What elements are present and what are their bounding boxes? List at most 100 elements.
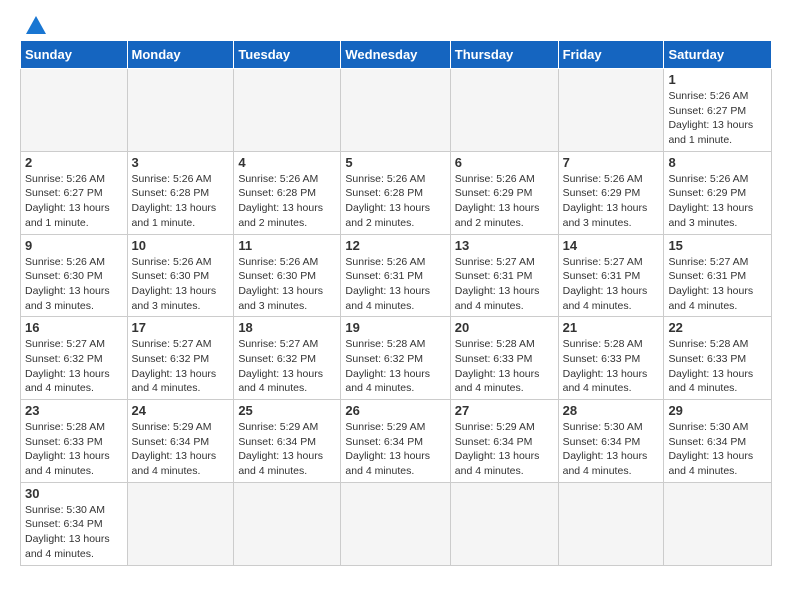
calendar-day-cell: 8Sunrise: 5:26 AM Sunset: 6:29 PM Daylig… <box>664 151 772 234</box>
calendar-day-cell: 13Sunrise: 5:27 AM Sunset: 6:31 PM Dayli… <box>450 234 558 317</box>
day-info: Sunrise: 5:28 AM Sunset: 6:33 PM Dayligh… <box>563 337 660 396</box>
calendar-day-cell: 30 Sunrise: 5:30 AM Sunset: 6:34 PM Dayli… <box>21 482 128 565</box>
day-info: Sunrise: 5:30 AM Sunset: 6:34 PM Dayligh… <box>25 503 123 562</box>
calendar-day-cell <box>127 69 234 152</box>
day-number: 5 <box>345 155 445 170</box>
day-number: 11 <box>238 238 336 253</box>
calendar-day-cell: 6 Sunrise: 5:26 AM Sunset: 6:29 PM Daylig… <box>450 151 558 234</box>
day-info: Sunrise: 5:27 AM Sunset: 6:32 PM Dayligh… <box>25 337 123 396</box>
calendar-day-cell: 17Sunrise: 5:27 AM Sunset: 6:32 PM Dayli… <box>127 317 234 400</box>
calendar-day-cell: 1Sunrise: 5:26 AM Sunset: 6:27 PM Daylig… <box>664 69 772 152</box>
weekday-header-cell: Tuesday <box>234 41 341 69</box>
day-number: 21 <box>563 320 660 335</box>
day-info: Sunrise: 5:29 AM Sunset: 6:34 PM Dayligh… <box>238 420 336 479</box>
day-info: Sunrise: 5:26 AM Sunset: 6:27 PM Dayligh… <box>25 172 123 231</box>
day-number: 6 <box>455 155 554 170</box>
day-number: 8 <box>668 155 767 170</box>
day-info: Sunrise: 5:30 AM Sunset: 6:34 PM Dayligh… <box>668 420 767 479</box>
calendar-week-row: 16Sunrise: 5:27 AM Sunset: 6:32 PM Dayli… <box>21 317 772 400</box>
calendar-day-cell: 19 Sunrise: 5:28 AM Sunset: 6:32 PM Dayli… <box>341 317 450 400</box>
calendar-day-cell: 2 Sunrise: 5:26 AM Sunset: 6:27 PM Daylig… <box>21 151 128 234</box>
logo-triangle-icon <box>26 16 46 34</box>
weekday-header-cell: Friday <box>558 41 664 69</box>
calendar-day-cell: 25 Sunrise: 5:29 AM Sunset: 6:34 PM Dayli… <box>234 400 341 483</box>
calendar-day-cell: 9 Sunrise: 5:26 AM Sunset: 6:30 PM Daylig… <box>21 234 128 317</box>
day-number: 2 <box>25 155 123 170</box>
calendar-body: 1 Sunrise: 5:26 AM Sunset: 6:27 PM Daylig… <box>21 69 772 566</box>
day-info: Sunrise: 5:28 AM Sunset: 6:33 PM Dayligh… <box>455 337 554 396</box>
weekday-header-cell: Saturday <box>664 41 772 69</box>
weekday-header-cell: Wednesday <box>341 41 450 69</box>
calendar-day-cell: 15 Sunrise: 5:27 AM Sunset: 6:31 PM Dayli… <box>664 234 772 317</box>
calendar-week-row: 1Sunrise: 5:26 AM Sunset: 6:27 PM Daylig… <box>21 69 772 152</box>
day-number: 27 <box>455 403 554 418</box>
day-number: 24 <box>132 403 230 418</box>
calendar-day-cell <box>341 482 450 565</box>
day-info: Sunrise: 5:28 AM Sunset: 6:32 PM Dayligh… <box>345 337 445 396</box>
day-info: Sunrise: 5:27 AM Sunset: 6:31 PM Dayligh… <box>563 255 660 314</box>
calendar-day-cell: 12 Sunrise: 5:26 AM Sunset: 6:31 PM Dayli… <box>341 234 450 317</box>
calendar-day-cell <box>127 482 234 565</box>
calendar-day-cell: 27Sunrise: 5:29 AM Sunset: 6:34 PM Dayli… <box>450 400 558 483</box>
calendar-day-cell: 16Sunrise: 5:27 AM Sunset: 6:32 PM Dayli… <box>21 317 128 400</box>
header <box>20 16 772 34</box>
calendar-day-cell: 10Sunrise: 5:26 AM Sunset: 6:30 PM Dayli… <box>127 234 234 317</box>
day-info: Sunrise: 5:26 AM Sunset: 6:29 PM Dayligh… <box>455 172 554 231</box>
calendar-day-cell: 18 Sunrise: 5:27 AM Sunset: 6:32 PM Dayli… <box>234 317 341 400</box>
day-info: Sunrise: 5:28 AM Sunset: 6:33 PM Dayligh… <box>25 420 123 479</box>
day-info: Sunrise: 5:26 AM Sunset: 6:31 PM Dayligh… <box>345 255 445 314</box>
day-info: Sunrise: 5:28 AM Sunset: 6:33 PM Dayligh… <box>668 337 767 396</box>
calendar-day-cell: 3 Sunrise: 5:26 AM Sunset: 6:28 PM Daylig… <box>127 151 234 234</box>
calendar-day-cell: 14Sunrise: 5:27 AM Sunset: 6:31 PM Dayli… <box>558 234 664 317</box>
day-info: Sunrise: 5:26 AM Sunset: 6:30 PM Dayligh… <box>132 255 230 314</box>
calendar-day-cell: 24 Sunrise: 5:29 AM Sunset: 6:34 PM Dayli… <box>127 400 234 483</box>
day-number: 25 <box>238 403 336 418</box>
day-info: Sunrise: 5:26 AM Sunset: 6:30 PM Dayligh… <box>25 255 123 314</box>
day-number: 4 <box>238 155 336 170</box>
day-number: 23 <box>25 403 123 418</box>
calendar-day-cell: 26 Sunrise: 5:29 AM Sunset: 6:34 PM Dayli… <box>341 400 450 483</box>
calendar: SundayMondayTuesdayWednesdayThursdayFrid… <box>20 40 772 566</box>
weekday-header-cell: Thursday <box>450 41 558 69</box>
calendar-day-cell: 22 Sunrise: 5:28 AM Sunset: 6:33 PM Dayli… <box>664 317 772 400</box>
day-number: 15 <box>668 238 767 253</box>
calendar-day-cell: 21 Sunrise: 5:28 AM Sunset: 6:33 PM Dayli… <box>558 317 664 400</box>
calendar-day-cell <box>234 69 341 152</box>
day-number: 9 <box>25 238 123 253</box>
calendar-day-cell <box>234 482 341 565</box>
day-number: 28 <box>563 403 660 418</box>
calendar-week-row: 2 Sunrise: 5:26 AM Sunset: 6:27 PM Daylig… <box>21 151 772 234</box>
day-number: 13 <box>455 238 554 253</box>
calendar-day-cell <box>341 69 450 152</box>
calendar-day-cell <box>558 482 664 565</box>
day-number: 26 <box>345 403 445 418</box>
day-number: 1 <box>668 72 767 87</box>
day-number: 20 <box>455 320 554 335</box>
calendar-day-cell <box>21 69 128 152</box>
day-number: 18 <box>238 320 336 335</box>
weekday-header-row: SundayMondayTuesdayWednesdayThursdayFrid… <box>21 41 772 69</box>
day-info: Sunrise: 5:26 AM Sunset: 6:28 PM Dayligh… <box>132 172 230 231</box>
day-number: 22 <box>668 320 767 335</box>
calendar-day-cell: 5Sunrise: 5:26 AM Sunset: 6:28 PM Daylig… <box>341 151 450 234</box>
calendar-day-cell: 28 Sunrise: 5:30 AM Sunset: 6:34 PM Dayli… <box>558 400 664 483</box>
day-info: Sunrise: 5:29 AM Sunset: 6:34 PM Dayligh… <box>132 420 230 479</box>
calendar-day-cell: 29 Sunrise: 5:30 AM Sunset: 6:34 PM Dayli… <box>664 400 772 483</box>
day-info: Sunrise: 5:29 AM Sunset: 6:34 PM Dayligh… <box>345 420 445 479</box>
day-number: 29 <box>668 403 767 418</box>
day-number: 19 <box>345 320 445 335</box>
day-info: Sunrise: 5:27 AM Sunset: 6:31 PM Dayligh… <box>668 255 767 314</box>
day-info: Sunrise: 5:27 AM Sunset: 6:32 PM Dayligh… <box>238 337 336 396</box>
calendar-day-cell: 20 Sunrise: 5:28 AM Sunset: 6:33 PM Dayli… <box>450 317 558 400</box>
calendar-day-cell <box>558 69 664 152</box>
day-number: 7 <box>563 155 660 170</box>
calendar-day-cell: 7 Sunrise: 5:26 AM Sunset: 6:29 PM Daylig… <box>558 151 664 234</box>
day-number: 30 <box>25 486 123 501</box>
calendar-week-row: 30 Sunrise: 5:30 AM Sunset: 6:34 PM Dayli… <box>21 482 772 565</box>
day-info: Sunrise: 5:30 AM Sunset: 6:34 PM Dayligh… <box>563 420 660 479</box>
day-info: Sunrise: 5:26 AM Sunset: 6:29 PM Dayligh… <box>563 172 660 231</box>
day-number: 12 <box>345 238 445 253</box>
day-info: Sunrise: 5:26 AM Sunset: 6:28 PM Dayligh… <box>238 172 336 231</box>
day-number: 3 <box>132 155 230 170</box>
calendar-day-cell: 4 Sunrise: 5:26 AM Sunset: 6:28 PM Daylig… <box>234 151 341 234</box>
